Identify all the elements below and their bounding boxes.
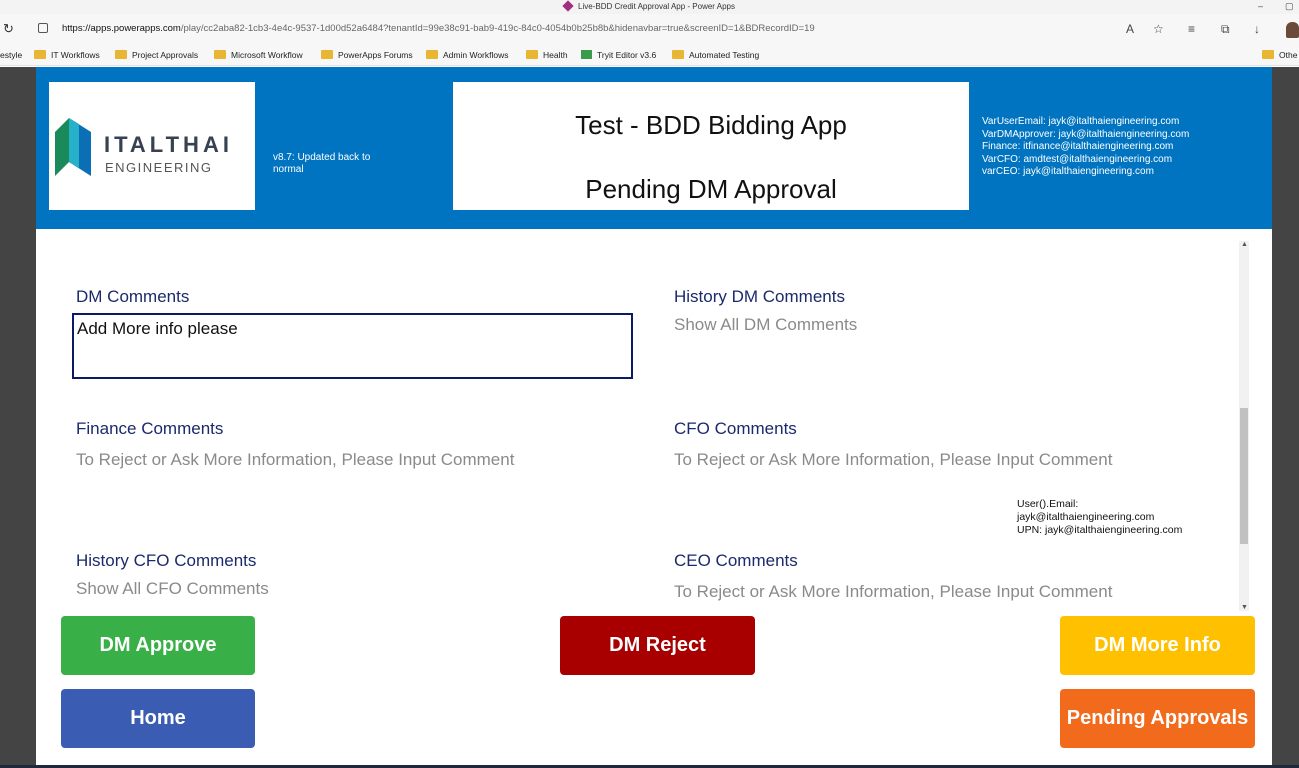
scroll-up-icon[interactable]: ▲ (1241, 241, 1248, 248)
profile-avatar[interactable] (1286, 22, 1299, 38)
ceo-comments-label: CEO Comments (674, 551, 798, 570)
bookmark-health[interactable]: Health (526, 49, 568, 61)
user-email-label: User().Email: (1017, 498, 1079, 510)
cfo-comments-input[interactable]: To Reject or Ask More Information, Pleas… (674, 450, 1112, 470)
read-aloud-icon[interactable]: A (1126, 22, 1134, 36)
app-canvas: ITALTHAI ENGINEERING v8.7: Updated back … (36, 67, 1272, 768)
var-cfo: VarCFO: amdtest@italthaiengineering.com (982, 153, 1173, 165)
finance-comments-label: Finance Comments (76, 419, 224, 438)
var-ceo: varCEO: jayk@italthaiengineering.com (982, 166, 1154, 177)
bookmark-label: Tryit Editor v3.6 (597, 50, 657, 60)
bookmark-label: IT Workflows (51, 50, 100, 60)
history-dm-comments-link[interactable]: Show All DM Comments (674, 315, 857, 335)
bookmark-powerapps-forums[interactable]: PowerApps Forums (321, 49, 413, 61)
form-scrollbar[interactable]: ▲ ▼ (1239, 241, 1249, 611)
collections-icon[interactable]: ⧉ (1221, 22, 1230, 37)
folder-icon (115, 50, 127, 59)
restore-icon[interactable]: ▢ (1285, 0, 1294, 12)
ceo-comments-input[interactable]: To Reject or Ask More Information, Pleas… (674, 582, 1112, 602)
bookmark-item[interactable]: estyle (0, 49, 22, 61)
folder-icon (426, 50, 438, 59)
bookmark-other[interactable]: Othe (1262, 49, 1297, 61)
version-note: v8.7: Updated back to normal (273, 152, 371, 175)
page-gutter-left (0, 67, 36, 768)
url-path: /play/cc2aba82-1cb3-4e4c-9537-1d00d52a64… (180, 23, 815, 34)
app-header: ITALTHAI ENGINEERING v8.7: Updated back … (36, 67, 1272, 229)
app-title: Test - BDD Bidding App (575, 110, 847, 140)
browser-title-bar: Live-BDD Credit Approval App - Power App… (0, 0, 1299, 14)
logo-mark-icon (55, 118, 91, 176)
bookmark-label: Othe (1279, 50, 1298, 60)
var-finance: Finance: itfinance@italthaiengineering.c… (982, 141, 1174, 152)
favorites-icon[interactable]: ≡ (1188, 22, 1195, 36)
bookmark-label: Automated Testing (689, 50, 760, 60)
bookmark-label: Health (543, 50, 568, 60)
page-gutter-right (1272, 67, 1299, 768)
scrollbar-thumb[interactable] (1240, 408, 1248, 544)
bookmark-project-approvals[interactable]: Project Approvals (115, 49, 198, 61)
lock-icon[interactable] (38, 23, 48, 33)
dm-reject-button[interactable]: DM Reject (560, 616, 755, 675)
logo-subtitle: ENGINEERING (105, 160, 213, 175)
url-field[interactable]: https://apps.powerapps.com/play/cc2aba82… (62, 23, 815, 34)
bookmark-automated-testing[interactable]: Automated Testing (672, 49, 759, 61)
folder-icon (214, 50, 226, 59)
window-title-text: Live-BDD Credit Approval App - Power App… (578, 2, 735, 11)
var-dm-approver: VarDMApprover: jayk@italthaiengineering.… (982, 128, 1190, 140)
var-user-email: VarUserEmail: jayk@italthaiengineering.c… (982, 116, 1180, 127)
window-title: Live-BDD Credit Approval App - Power App… (0, 0, 1299, 14)
download-icon[interactable]: ↓ (1254, 22, 1260, 36)
powerapps-diamond-icon (562, 0, 574, 12)
w3-icon (581, 50, 592, 59)
history-dm-comments-label: History DM Comments (674, 287, 845, 306)
logo-name: ITALTHAI (104, 132, 233, 157)
user-info: User().Email: jayk@italthaiengineering.c… (1017, 498, 1182, 537)
address-bar-row: ↻ https://apps.powerapps.com/play/cc2aba… (0, 14, 1299, 46)
cfo-comments-label: CFO Comments (674, 419, 797, 438)
bookmarks-bar: estyle IT Workflows Project Approvals Mi… (0, 46, 1299, 66)
folder-icon (672, 50, 684, 59)
home-button[interactable]: Home (61, 689, 255, 748)
pending-approvals-button[interactable]: Pending Approvals (1060, 689, 1255, 748)
bookmark-label: Microsoft Workflow (231, 50, 303, 60)
minimize-icon[interactable]: – (1258, 0, 1263, 12)
history-cfo-comments-label: History CFO Comments (76, 551, 257, 570)
bookmark-label: Admin Workflows (443, 50, 509, 60)
user-email-value: jayk@italthaiengineering.com (1017, 511, 1155, 523)
bookmark-admin-workflows[interactable]: Admin Workflows (426, 49, 509, 61)
scroll-down-icon[interactable]: ▼ (1241, 604, 1248, 611)
folder-icon (34, 50, 46, 59)
folder-icon (321, 50, 333, 59)
history-cfo-comments-link[interactable]: Show All CFO Comments (76, 579, 269, 599)
finance-comments-input[interactable]: To Reject or Ask More Information, Pleas… (76, 450, 514, 470)
status-title: Pending DM Approval (585, 174, 837, 204)
title-panel: Test - BDD Bidding App Pending DM Approv… (453, 82, 969, 210)
dm-more-info-button[interactable]: DM More Info (1060, 616, 1255, 675)
folder-icon (526, 50, 538, 59)
user-upn: UPN: jayk@italthaiengineering.com (1017, 524, 1183, 536)
company-logo: ITALTHAI ENGINEERING (49, 82, 255, 210)
bookmark-label: Project Approvals (132, 50, 199, 60)
bookmark-it-workflows[interactable]: IT Workflows (34, 49, 100, 61)
bookmark-microsoft-workflow[interactable]: Microsoft Workflow (214, 49, 303, 61)
url-host: https://apps.powerapps.com (62, 23, 181, 34)
reload-icon[interactable]: ↻ (3, 21, 14, 37)
folder-icon (1262, 50, 1274, 59)
variables-panel: VarUserEmail: jayk@italthaiengineering.c… (982, 116, 1189, 179)
bookmark-tryit-editor[interactable]: Tryit Editor v3.6 (581, 49, 656, 61)
dm-comments-input[interactable]: Add More info please (72, 313, 633, 379)
bookmark-label: PowerApps Forums (338, 50, 413, 60)
dm-comments-value: Add More info please (77, 319, 238, 338)
dm-approve-button[interactable]: DM Approve (61, 616, 255, 675)
dm-comments-label: DM Comments (76, 287, 190, 306)
favorite-add-icon[interactable]: ☆ (1153, 22, 1164, 36)
